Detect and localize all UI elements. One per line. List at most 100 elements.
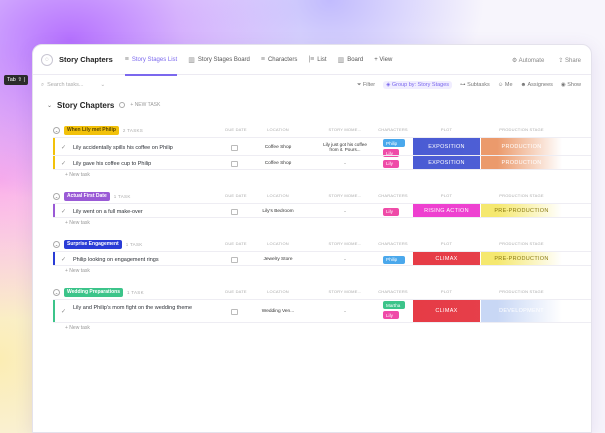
col-story-moment[interactable]: STORY MOME... xyxy=(319,127,371,132)
table-row[interactable]: ✓ Lily accidentally spills his coffee on … xyxy=(53,137,591,157)
plot-cell[interactable]: EXPOSITION xyxy=(413,156,480,169)
characters-cell[interactable]: Martha Lily xyxy=(383,301,405,319)
tab-board[interactable]: ▥ Board xyxy=(338,45,364,75)
col-location[interactable]: LOCATION xyxy=(253,289,303,294)
col-location[interactable]: LOCATION xyxy=(253,241,303,246)
table-row[interactable]: ✓ Lily went on a full make-over Lily's Bed… xyxy=(53,203,591,218)
group-badge[interactable]: Wedding Preparations xyxy=(64,287,123,297)
calendar-icon[interactable] xyxy=(231,256,238,263)
story-moment-cell[interactable]: - xyxy=(319,161,371,167)
characters-cell[interactable]: Philip xyxy=(383,255,405,264)
new-task-button[interactable]: + New task xyxy=(53,322,591,334)
production-stage-cell[interactable]: DEVELOPMENT xyxy=(481,300,562,322)
calendar-icon[interactable] xyxy=(231,208,238,215)
task-name[interactable]: Lily went on a full make-over xyxy=(73,208,203,216)
plot-cell[interactable]: CLIMAX xyxy=(413,252,480,265)
col-location[interactable]: LOCATION xyxy=(253,127,303,132)
tab-list[interactable]: |≡ List xyxy=(308,45,326,75)
chevron-down-icon[interactable]: ⌄ xyxy=(47,102,52,109)
character-chip[interactable]: Lily xyxy=(383,207,399,216)
checkmark-icon[interactable]: ✓ xyxy=(61,308,66,315)
story-moment-cell[interactable]: - xyxy=(319,257,371,263)
table-row[interactable]: ✓ Lily and Philip's mom fight on the wedd… xyxy=(53,299,591,323)
col-plot[interactable]: PLOT xyxy=(413,289,480,294)
table-row[interactable]: ✓ Philip looking on engagement rings Jewel… xyxy=(53,251,591,266)
group-by-button[interactable]: ◈ Group by: Story Stages xyxy=(383,81,453,89)
new-task-button[interactable]: + New task xyxy=(53,217,591,229)
collapse-icon[interactable]: ⌄ xyxy=(53,240,60,248)
checkmark-icon[interactable]: ✓ xyxy=(61,144,66,151)
character-chip[interactable]: Lily xyxy=(383,311,399,319)
search-input[interactable]: ⌕ Search tasks... ⌄ xyxy=(41,82,105,89)
tab-story-stages-board[interactable]: ▥ Story Stages Board xyxy=(188,45,250,75)
col-production-stage[interactable]: PRODUCTION STAGE xyxy=(481,241,562,246)
plot-cell[interactable]: RISING ACTION xyxy=(413,204,480,217)
new-task-button[interactable]: + New task xyxy=(53,265,591,277)
list-icon[interactable]: ◌ xyxy=(41,53,53,66)
group-badge[interactable]: When Lily met Philip xyxy=(64,125,119,135)
tab-characters[interactable]: ≡ Characters xyxy=(261,45,297,75)
collapse-icon[interactable]: ⌄ xyxy=(53,192,60,200)
assignees-button[interactable]: ☻ Assignees xyxy=(521,82,553,88)
new-task-button[interactable]: + NEW TASK xyxy=(130,102,160,108)
checkmark-icon[interactable]: ✓ xyxy=(61,160,66,167)
location-cell[interactable]: Coffee Shop xyxy=(253,145,303,151)
col-production-stage[interactable]: PRODUCTION STAGE xyxy=(481,193,562,198)
add-view-button[interactable]: + View xyxy=(374,45,392,75)
location-cell[interactable]: Wedding Ven... xyxy=(253,309,303,315)
col-plot[interactable]: PLOT xyxy=(413,193,480,198)
col-characters[interactable]: CHARACTERS xyxy=(375,241,411,246)
table-row[interactable]: ✓ Lily gave his coffee cup to Philip Coffe… xyxy=(53,155,591,170)
share-button[interactable]: ⇪ Share xyxy=(558,57,581,64)
production-stage-cell[interactable]: PRE-PRODUCTION xyxy=(481,252,562,265)
calendar-icon[interactable] xyxy=(231,144,238,151)
col-plot[interactable]: PLOT xyxy=(413,127,480,132)
task-name[interactable]: Lily gave his coffee cup to Philip xyxy=(73,160,203,168)
group-badge[interactable]: Actual First Date xyxy=(64,191,110,201)
col-characters[interactable]: CHARACTERS xyxy=(375,289,411,294)
checkmark-icon[interactable]: ✓ xyxy=(61,208,66,215)
col-production-stage[interactable]: PRODUCTION STAGE xyxy=(481,127,562,132)
info-icon[interactable] xyxy=(119,102,126,108)
location-cell[interactable]: Coffee Shop xyxy=(253,161,303,167)
story-moment-cell[interactable]: - xyxy=(319,309,371,315)
group-badge[interactable]: Surprise Engagement xyxy=(64,239,122,249)
plot-cell[interactable]: EXPOSITION xyxy=(413,138,480,155)
plot-cell[interactable]: CLIMAX xyxy=(413,300,480,322)
character-chip[interactable]: Martha xyxy=(383,301,405,309)
col-location[interactable]: LOCATION xyxy=(253,193,303,198)
collapse-icon[interactable]: ⌄ xyxy=(53,288,60,296)
character-chip[interactable]: Lily xyxy=(383,159,399,168)
filter-button[interactable]: ⏷ Filter xyxy=(357,82,375,89)
col-characters[interactable]: CHARACTERS xyxy=(375,127,411,132)
calendar-icon[interactable] xyxy=(231,160,238,167)
production-stage-cell[interactable]: PRODUCTION xyxy=(481,138,562,155)
automate-button[interactable]: ⚙ Automate xyxy=(512,57,544,64)
production-stage-cell[interactable]: PRE-PRODUCTION xyxy=(481,204,562,217)
tab-story-stages-list[interactable]: ≡ Story Stages List xyxy=(124,45,178,76)
col-production-stage[interactable]: PRODUCTION STAGE xyxy=(481,289,562,294)
calendar-icon[interactable] xyxy=(231,309,238,315)
col-story-moment[interactable]: STORY MOME... xyxy=(319,193,371,198)
location-cell[interactable]: Jewelry Store xyxy=(253,257,303,263)
location-cell[interactable]: Lily's Bedroom xyxy=(253,209,303,215)
task-name[interactable]: Lily accidentally spills his coffee on P… xyxy=(73,144,203,152)
story-moment-cell[interactable]: Lily just got his coffee from it. Pours.… xyxy=(319,142,371,153)
collapse-icon[interactable]: ⌄ xyxy=(53,126,60,134)
show-button[interactable]: ◉ Show xyxy=(561,82,581,88)
checkmark-icon[interactable]: ✓ xyxy=(61,256,66,263)
subtasks-button[interactable]: ⊶ Subtasks xyxy=(460,82,490,88)
character-chip[interactable]: Philip xyxy=(383,139,405,147)
col-story-moment[interactable]: STORY MOME... xyxy=(319,289,371,294)
production-stage-cell[interactable]: PRODUCTION xyxy=(481,156,562,169)
col-characters[interactable]: CHARACTERS xyxy=(375,193,411,198)
me-button[interactable]: ☺ Me xyxy=(498,82,513,88)
story-moment-cell[interactable]: - xyxy=(319,209,371,215)
task-name[interactable]: Lily and Philip's mom fight on the weddi… xyxy=(73,304,203,312)
task-name[interactable]: Philip looking on engagement rings xyxy=(73,256,203,264)
characters-cell[interactable]: Lily xyxy=(383,159,399,168)
col-story-moment[interactable]: STORY MOME... xyxy=(319,241,371,246)
new-task-button[interactable]: + New task xyxy=(53,169,591,181)
col-plot[interactable]: PLOT xyxy=(413,241,480,246)
characters-cell[interactable]: Lily xyxy=(383,207,399,216)
